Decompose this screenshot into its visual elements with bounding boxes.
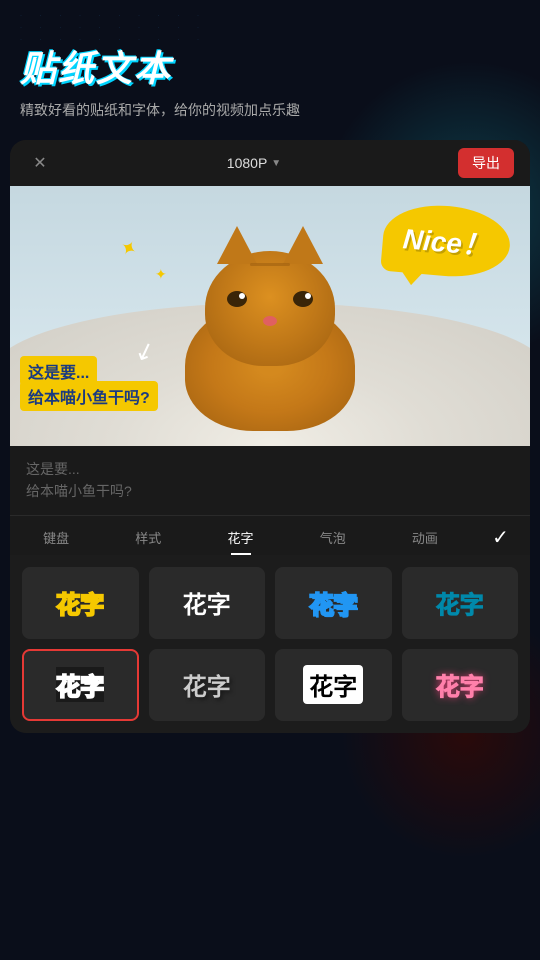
font-card-5-text: 花字 xyxy=(56,667,104,702)
export-button[interactable]: 导出 xyxy=(458,148,514,178)
promo-section: 贴纸文本 精致好看的贴纸和字体，给你的视频加点乐趣 xyxy=(0,0,540,140)
tab-keyboard[interactable]: 键盘 xyxy=(31,524,81,551)
tab-style[interactable]: 样式 xyxy=(123,524,173,551)
sparkle-icon-2: ✦ xyxy=(155,266,167,283)
cat-ear-left xyxy=(217,226,257,264)
tab-bubble-label: 气泡 xyxy=(320,528,346,547)
text-input-line-1[interactable]: 这是要... xyxy=(26,458,514,480)
resolution-selector[interactable]: 1080P ▼ xyxy=(227,155,285,171)
font-card-8-text: 花字 xyxy=(436,667,484,702)
video-canvas: Nice！ ✦ ✦ ↙ 这是要... 给本喵小鱼干吗? xyxy=(10,186,530,446)
font-card-7[interactable]: 花字 xyxy=(275,649,392,721)
font-card-6[interactable]: 花字 xyxy=(149,649,266,721)
video-frame: Nice！ ✦ ✦ ↙ 这是要... 给本喵小鱼干吗? xyxy=(10,186,530,446)
confirm-check-icon[interactable]: ✓ xyxy=(492,525,509,550)
tabs-bar: 键盘 样式 花字 气泡 动画 ✓ xyxy=(10,515,530,555)
font-card-2[interactable]: 花字 xyxy=(149,567,266,639)
cat-figure xyxy=(175,241,365,431)
font-card-4[interactable]: 花字 xyxy=(402,567,519,639)
cat-ear-right xyxy=(283,226,323,264)
cat-nose xyxy=(263,316,277,326)
phone-header: ✕ 1080P ▼ 导出 xyxy=(10,140,530,186)
font-card-4-text: 花字 xyxy=(436,585,484,620)
promo-subtitle: 精致好看的贴纸和字体，给你的视频加点乐趣 xyxy=(20,100,520,120)
nice-sticker-text: Nice！ xyxy=(402,223,492,261)
text-input-line-2[interactable]: 给本喵小鱼干吗? xyxy=(26,480,514,502)
chevron-down-icon: ▼ xyxy=(271,158,281,169)
cat-eye-left xyxy=(227,291,247,307)
text-input-area: 这是要... 给本喵小鱼干吗? xyxy=(10,446,530,515)
font-card-6-text: 花字 xyxy=(183,667,231,702)
tab-huazi-label: 花字 xyxy=(228,528,254,547)
font-card-8[interactable]: 花字 xyxy=(402,649,519,721)
font-card-3-text: 花字 xyxy=(309,585,357,620)
font-card-5[interactable]: 花字 xyxy=(22,649,139,721)
cat-eye-right xyxy=(293,291,313,307)
close-button[interactable]: ✕ xyxy=(26,149,54,177)
font-card-2-text: 花字 xyxy=(183,585,231,620)
font-card-7-text: 花字 xyxy=(303,665,363,704)
tab-keyboard-label: 键盘 xyxy=(43,528,69,547)
eye-shine-right xyxy=(305,293,311,299)
font-card-3[interactable]: 花字 xyxy=(275,567,392,639)
font-card-1[interactable]: 花字 xyxy=(22,567,139,639)
tab-animation-label: 动画 xyxy=(412,528,438,547)
tab-bubble[interactable]: 气泡 xyxy=(308,524,358,551)
cat-head xyxy=(205,251,335,366)
font-card-1-text: 花字 xyxy=(56,585,104,620)
font-style-grid: 花字 花字 花字 花字 花字 花字 花字 花字 xyxy=(10,555,530,733)
tab-style-label: 样式 xyxy=(135,528,161,547)
phone-mockup: ✕ 1080P ▼ 导出 xyxy=(10,140,530,733)
tab-animation[interactable]: 动画 xyxy=(400,524,450,551)
eye-shine-left xyxy=(239,293,245,299)
resolution-value: 1080P xyxy=(227,155,267,171)
promo-title: 贴纸文本 xyxy=(20,40,520,92)
video-text-overlay-2[interactable]: 给本喵小鱼干吗? xyxy=(20,381,158,411)
cat-forehead-stripe xyxy=(250,263,290,266)
tab-huazi[interactable]: 花字 xyxy=(216,524,266,551)
